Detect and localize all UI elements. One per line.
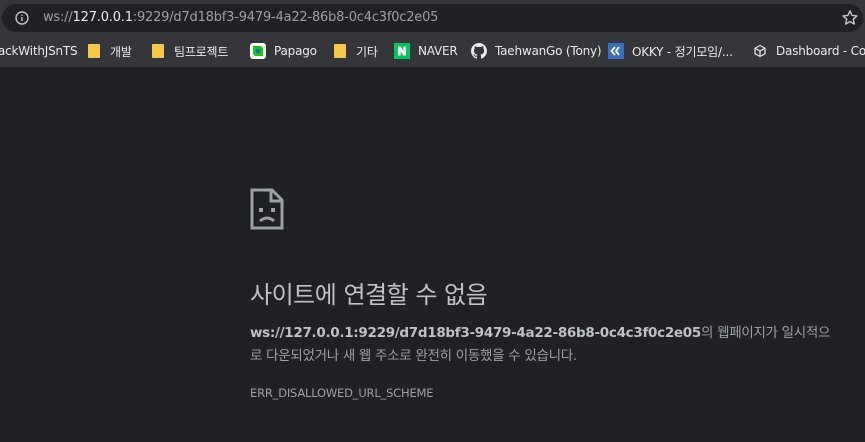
bookmark-item[interactable]: TaehwanGo (Tony) [471, 36, 602, 66]
bookmark-star-icon[interactable] [841, 9, 859, 27]
bookmark-label: 기타 [356, 44, 378, 59]
url-scheme: ws:// [43, 10, 73, 25]
bookmark-folder[interactable]: 개발 [86, 36, 132, 66]
browser-toolbar: ws://127.0.0.1:9229/d7d18bf3-9479-4a22-8… [0, 0, 865, 36]
folder-icon [88, 44, 100, 58]
bookmark-label: Dashboard - Cod [776, 44, 865, 58]
github-icon [471, 43, 487, 59]
error-code: ERR_DISALLOWED_URL_SCHEME [250, 386, 434, 400]
sad-page-icon [250, 188, 284, 230]
info-icon[interactable] [15, 11, 29, 25]
error-title: 사이트에 연결할 수 없음 [250, 281, 488, 309]
error-description: ws://127.0.0.1:9229/d7d18bf3-9479-4a22-8… [250, 322, 850, 368]
bookmark-label: 개발 [110, 44, 132, 59]
bookmark-label: ackWithJSnTS [0, 44, 78, 58]
error-desc-line2: 로 다운되었거나 새 웹 주소로 완전히 이동했을 수 있습니다. [250, 348, 577, 364]
bookmark-label: TaehwanGo (Tony) [495, 44, 602, 58]
bookmark-item[interactable]: Papago [250, 36, 317, 66]
url-path: :9229/d7d18bf3-9479-4a22-86b8-0c4c3f0c2e… [132, 10, 439, 25]
bookmark-item[interactable]: NAVER [394, 36, 458, 66]
folder-icon [152, 44, 164, 58]
bookmark-item[interactable]: OKKY - 정기모임/... [608, 36, 733, 66]
bookmarks-bar: ackWithJSnTS 개발 팀프로젝트 Papago 기타 NAVER Ta… [0, 36, 865, 67]
codesandbox-icon [754, 44, 766, 58]
bookmark-label: OKKY - 정기모임/... [632, 44, 733, 59]
bookmark-label: Papago [274, 44, 317, 58]
okky-icon [608, 43, 624, 59]
error-url: ws://127.0.0.1:9229/d7d18bf3-9479-4a22-8… [250, 325, 701, 341]
bookmark-folder[interactable]: 기타 [332, 36, 378, 66]
naver-icon [394, 43, 410, 59]
papago-icon [250, 43, 266, 59]
url-host: 127.0.0.1 [72, 10, 133, 25]
bookmark-folder[interactable]: 팀프로젝트 [150, 36, 228, 66]
url-text[interactable]: ws://127.0.0.1:9229/d7d18bf3-9479-4a22-8… [43, 9, 438, 27]
bookmark-item[interactable]: Dashboard - Cod [752, 36, 865, 66]
error-page: 사이트에 연결할 수 없음 ws://127.0.0.1:9229/d7d18b… [0, 67, 865, 442]
error-desc-line1: 의 웹페이지가 일시적으 [700, 325, 831, 341]
folder-icon [334, 44, 346, 58]
address-bar[interactable]: ws://127.0.0.1:9229/d7d18bf3-9479-4a22-8… [2, 4, 863, 32]
bookmark-label: NAVER [418, 44, 458, 58]
bookmark-item[interactable]: ackWithJSnTS [0, 36, 78, 66]
bookmark-label: 팀프로젝트 [174, 44, 229, 59]
